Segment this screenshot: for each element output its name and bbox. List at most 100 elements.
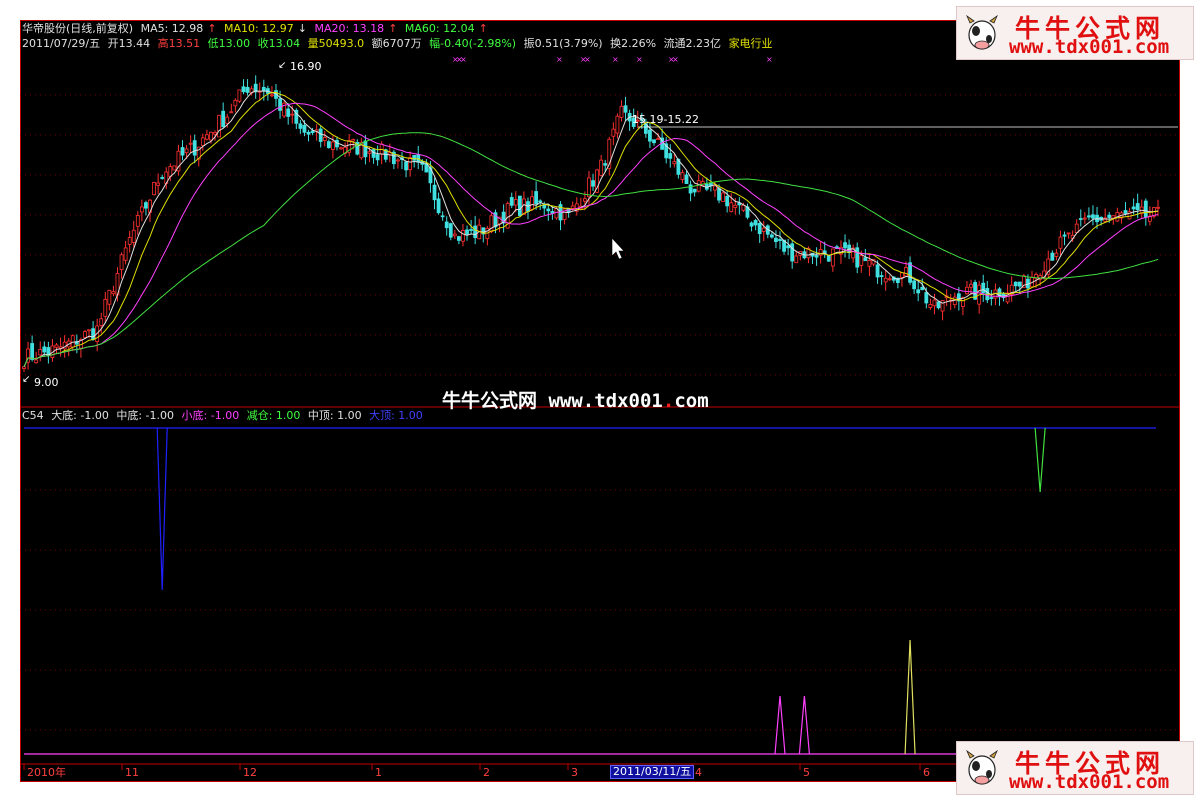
- volume-value: 量50493.0: [307, 37, 365, 50]
- watermark-brand: 牛牛公式网: [442, 390, 538, 412]
- candle-body: [916, 289, 921, 294]
- candle-body: [684, 174, 689, 184]
- candle-body: [900, 272, 904, 278]
- candle-body: [790, 243, 795, 262]
- candle-body: [1103, 217, 1108, 222]
- candle-body: [298, 123, 303, 129]
- candle-body: [1156, 206, 1160, 209]
- candle-body: [961, 297, 965, 307]
- candle-body: [1078, 218, 1083, 220]
- candle-body: [241, 86, 246, 93]
- chart-screen[interactable]: ↙ 16.90 ↙ 9.00 15.19-15.22 × × × × × × × × × × × 2010年 11…: [20, 20, 1180, 782]
- candle-body: [530, 196, 534, 210]
- candle-body: [623, 105, 628, 113]
- stock-title: 华帝股份(日线,前复权): [22, 22, 134, 35]
- candle-body: [225, 116, 230, 124]
- candle-body: [648, 129, 652, 142]
- candle-body: [830, 248, 835, 267]
- indicator-spike: [774, 695, 786, 755]
- xaxis-tick-label: 3: [571, 766, 578, 779]
- ma5-line: [23, 90, 1159, 368]
- signal-marker: ×: [672, 55, 679, 64]
- indicator-spike: [904, 639, 916, 755]
- candle-body: [908, 262, 912, 283]
- candle-body: [534, 191, 539, 204]
- indicator-dading: 大顶: 1.00: [369, 409, 423, 422]
- candle-body: [91, 328, 95, 340]
- candle-body: [969, 283, 973, 288]
- candle-body: [721, 192, 725, 202]
- high-arrow-icon: ↙: [278, 60, 286, 71]
- indicator-jiancang: 减仓: 1.00: [246, 409, 301, 422]
- turnover-value: 换2.26%: [610, 37, 657, 50]
- candle-body: [611, 128, 616, 137]
- signal-marker: ×: [460, 55, 467, 64]
- candle-body: [278, 98, 282, 111]
- candle-body: [221, 110, 226, 128]
- candle-body: [757, 223, 762, 235]
- candle-body: [863, 257, 868, 262]
- candle-body: [1013, 281, 1018, 287]
- high-value: 高13.51: [157, 37, 201, 50]
- indicator-zhongdi: 中底: -1.00: [116, 409, 175, 422]
- candle-body: [652, 139, 656, 144]
- candle-body: [34, 359, 39, 364]
- candle-body: [778, 239, 782, 242]
- date-value: 2011/07/29/五: [22, 37, 101, 50]
- xaxis-tick-label: 6: [923, 766, 930, 779]
- candle-body: [920, 286, 925, 291]
- ma60-value: MA60: 12.04: [404, 22, 475, 35]
- candle-body: [713, 185, 717, 191]
- candle-body: [936, 301, 941, 309]
- indicator-xiaodi: 小底: -1.00: [181, 409, 240, 422]
- candle-body: [570, 205, 575, 209]
- candle-body: [22, 366, 26, 369]
- candle-body: [1050, 252, 1055, 261]
- candle-body: [550, 211, 555, 214]
- indicator-spike: [798, 695, 810, 755]
- candle-body: [924, 292, 929, 304]
- ma5-up-arrow-icon: ↑: [207, 22, 217, 35]
- candle-body: [99, 318, 104, 326]
- candle-body: [513, 199, 518, 206]
- candle-body: [107, 289, 112, 305]
- candle-body: [408, 157, 413, 171]
- candle-body: [1017, 281, 1022, 287]
- ma10-value: MA10: 12.97: [224, 22, 294, 35]
- candle-body: [363, 140, 368, 158]
- float-value: 流通2.23亿: [663, 37, 722, 50]
- candle-body: [87, 329, 91, 332]
- candle-body: [444, 221, 449, 229]
- candle-body: [245, 86, 250, 93]
- candle-body: [127, 237, 132, 245]
- candle-body: [587, 177, 591, 198]
- candle-body: [1131, 206, 1136, 210]
- candle-body: [139, 206, 144, 213]
- candle-body: [875, 264, 880, 278]
- watermark-url-tail: com: [674, 390, 709, 412]
- candle-body: [367, 151, 372, 154]
- candle-body: [1087, 215, 1091, 218]
- candle-body: [989, 297, 994, 299]
- candle-body: [717, 188, 721, 201]
- candle-body: [188, 142, 193, 145]
- candle-body: [769, 234, 774, 238]
- candle-body: [1082, 217, 1087, 220]
- signal-marker: ×: [766, 55, 773, 64]
- candle-body: [339, 147, 343, 150]
- indicator-info-line: C54 大底: -1.00 中底: -1.00 小底: -1.00 减仓: 1.…: [22, 409, 427, 423]
- candle-body: [1091, 214, 1095, 219]
- ma60-up-arrow-icon: ↑: [478, 22, 488, 35]
- watermark-url-main: www.tdx001: [548, 390, 663, 412]
- candle-body: [286, 108, 291, 117]
- high-label: 16.90: [290, 60, 322, 73]
- candle-body: [599, 159, 604, 176]
- candle-body: [270, 94, 274, 97]
- candle-body: [843, 242, 847, 249]
- candle-body: [879, 275, 884, 278]
- ma60-line: [23, 132, 1159, 368]
- ma20-value: MA20: 13.18: [314, 22, 385, 35]
- candle-body: [404, 161, 408, 171]
- ma20-up-arrow-icon: ↑: [388, 22, 398, 35]
- candle-body: [152, 182, 156, 196]
